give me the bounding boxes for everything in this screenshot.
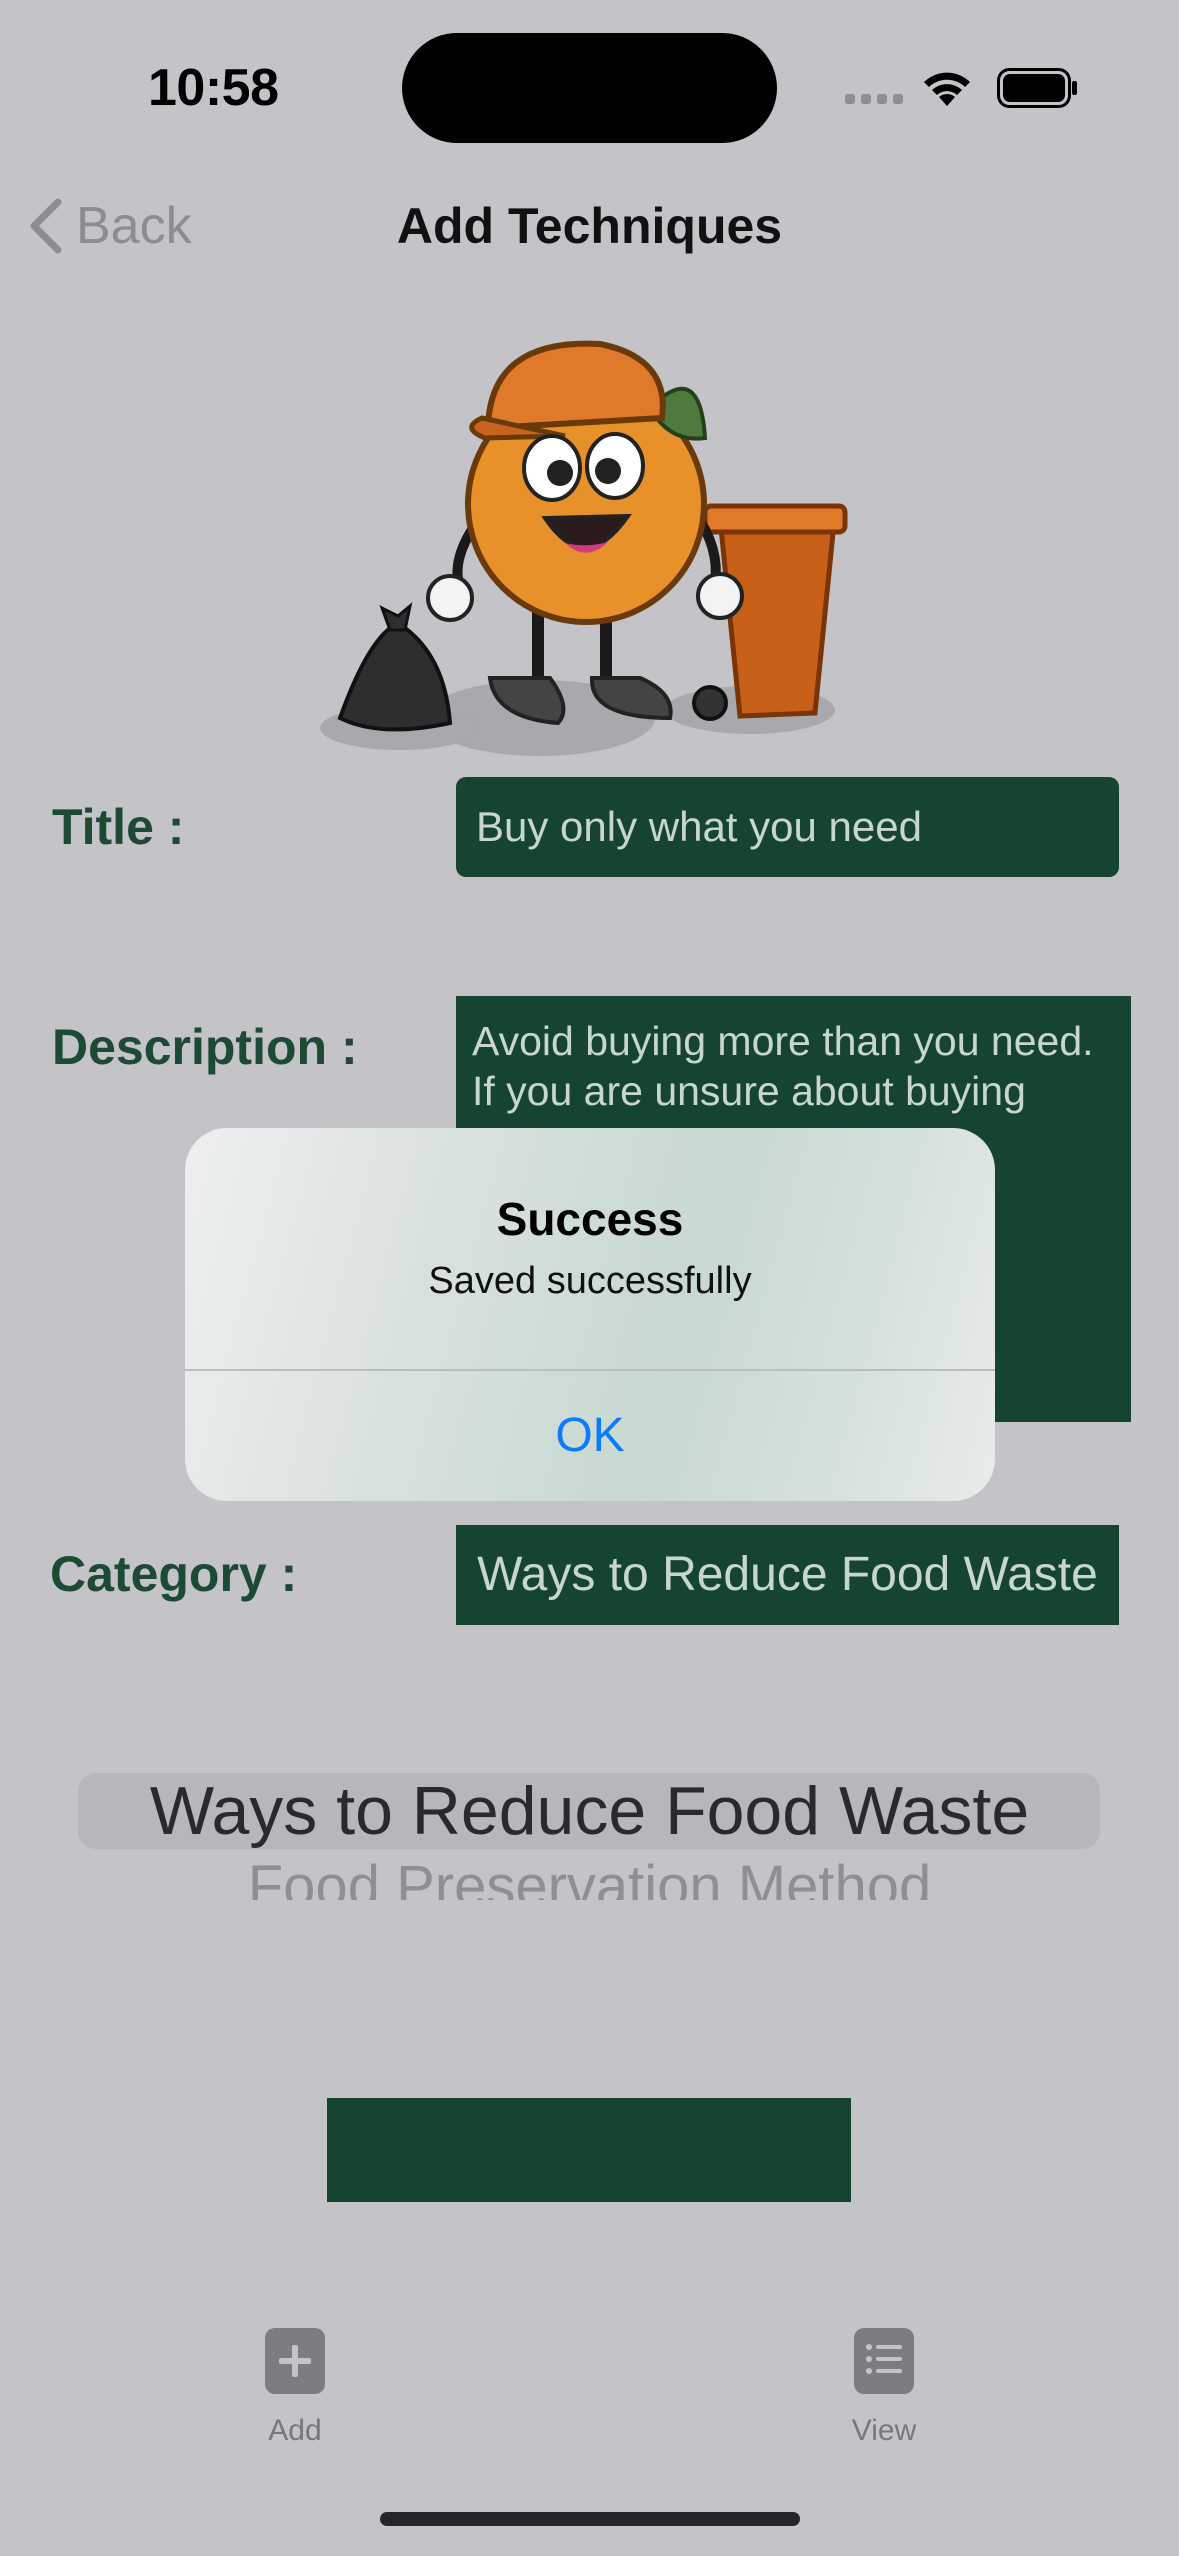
picker-selected-option[interactable]: Ways to Reduce Food Waste (0, 1773, 1179, 1849)
category-field[interactable]: Ways to Reduce Food Waste (456, 1525, 1119, 1625)
picker-next-option[interactable]: Food Preservation Method (0, 1854, 1179, 1900)
wifi-icon (924, 72, 970, 106)
title-label: Title : (52, 799, 185, 855)
save-button[interactable] (327, 2098, 851, 2202)
category-label: Category : (50, 1546, 298, 1602)
plus-square-icon (265, 2328, 325, 2394)
alert-ok-button[interactable]: OK (185, 1371, 995, 1501)
alert-title: Success (496, 1193, 684, 1245)
home-indicator (380, 2512, 800, 2526)
title-input[interactable]: Buy only what you need (456, 777, 1119, 877)
description-label: Description : (52, 1019, 358, 1075)
tab-add[interactable]: Add (195, 2328, 395, 2448)
list-doc-icon (854, 2328, 914, 2394)
page-title: Add Techniques (396, 198, 783, 254)
dynamic-island (402, 33, 777, 143)
battery-icon (997, 68, 1077, 108)
cellular-signal-icon (845, 94, 903, 104)
alert-message: Saved successfully (428, 1260, 752, 1302)
tab-view-label: View (851, 2414, 917, 2447)
status-time: 10:58 (148, 59, 279, 117)
tab-view[interactable]: View (784, 2328, 984, 2448)
tab-add-label: Add (268, 2414, 322, 2447)
orange-mascot-illustration (320, 340, 848, 756)
success-alert: Success Saved successfully OK (185, 1128, 995, 1501)
